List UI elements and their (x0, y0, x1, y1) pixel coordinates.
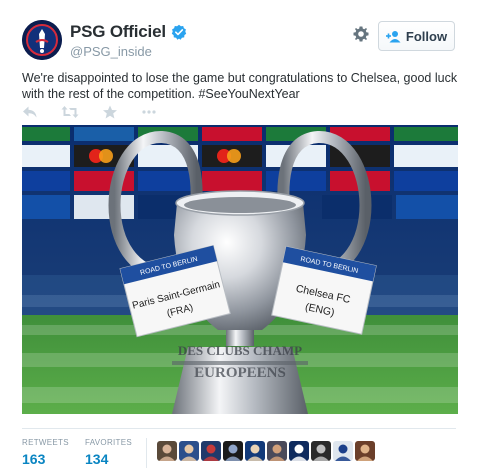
verified-badge-icon (171, 24, 187, 40)
follow-label: Follow (405, 28, 448, 44)
avatar[interactable] (22, 20, 62, 60)
favoriter-avatar[interactable] (201, 441, 221, 461)
tweet-photo[interactable]: DES CLUBS CHAMP EUROPEENS ROAD TO BERLIN… (22, 125, 458, 414)
star-icon[interactable] (102, 105, 118, 119)
favoriter-avatar[interactable] (245, 441, 265, 461)
favoriter-avatar[interactable] (179, 441, 199, 461)
follow-button[interactable]: Follow (378, 21, 455, 51)
favoriter-avatar[interactable] (333, 441, 353, 461)
tweet-text: We're disappointed to lose the game but … (22, 71, 458, 101)
account-handle[interactable]: @PSG_inside (70, 44, 152, 59)
favoriter-avatar[interactable] (157, 441, 177, 461)
reply-icon[interactable] (22, 105, 38, 119)
more-icon[interactable] (141, 105, 157, 119)
svg-text:DES CLUBS CHAMP: DES CLUBS CHAMP (178, 343, 302, 358)
psg-crest-icon (22, 20, 62, 60)
tweet-actions (22, 104, 157, 120)
svg-text:EUROPEENS: EUROPEENS (194, 365, 286, 381)
favorites-label: FAVORITES (85, 438, 133, 447)
favoriter-avatar[interactable] (311, 441, 331, 461)
display-name[interactable]: PSG Officiel (70, 22, 166, 42)
favorites-stat[interactable]: FAVORITES 134 (85, 438, 132, 467)
favoriter-avatars (157, 441, 375, 461)
favoriter-avatar[interactable] (355, 441, 375, 461)
account-name-row: PSG Officiel (70, 22, 187, 42)
favoriter-avatar[interactable] (267, 441, 287, 461)
stats-divider (22, 428, 456, 429)
gear-icon[interactable] (351, 24, 371, 44)
trophy-photo: DES CLUBS CHAMP EUROPEENS ROAD TO BERLIN… (22, 125, 458, 414)
favorites-count[interactable]: 134 (85, 451, 132, 467)
favoriter-avatar[interactable] (223, 441, 243, 461)
retweets-stat[interactable]: RETWEETS 163 (22, 438, 69, 467)
retweets-label: RETWEETS (22, 438, 69, 447)
favoriter-avatar[interactable] (289, 441, 309, 461)
retweets-count[interactable]: 163 (22, 451, 69, 467)
stats-vertical-divider (146, 438, 147, 468)
add-user-icon (385, 30, 401, 42)
retweet-icon[interactable] (61, 105, 79, 119)
